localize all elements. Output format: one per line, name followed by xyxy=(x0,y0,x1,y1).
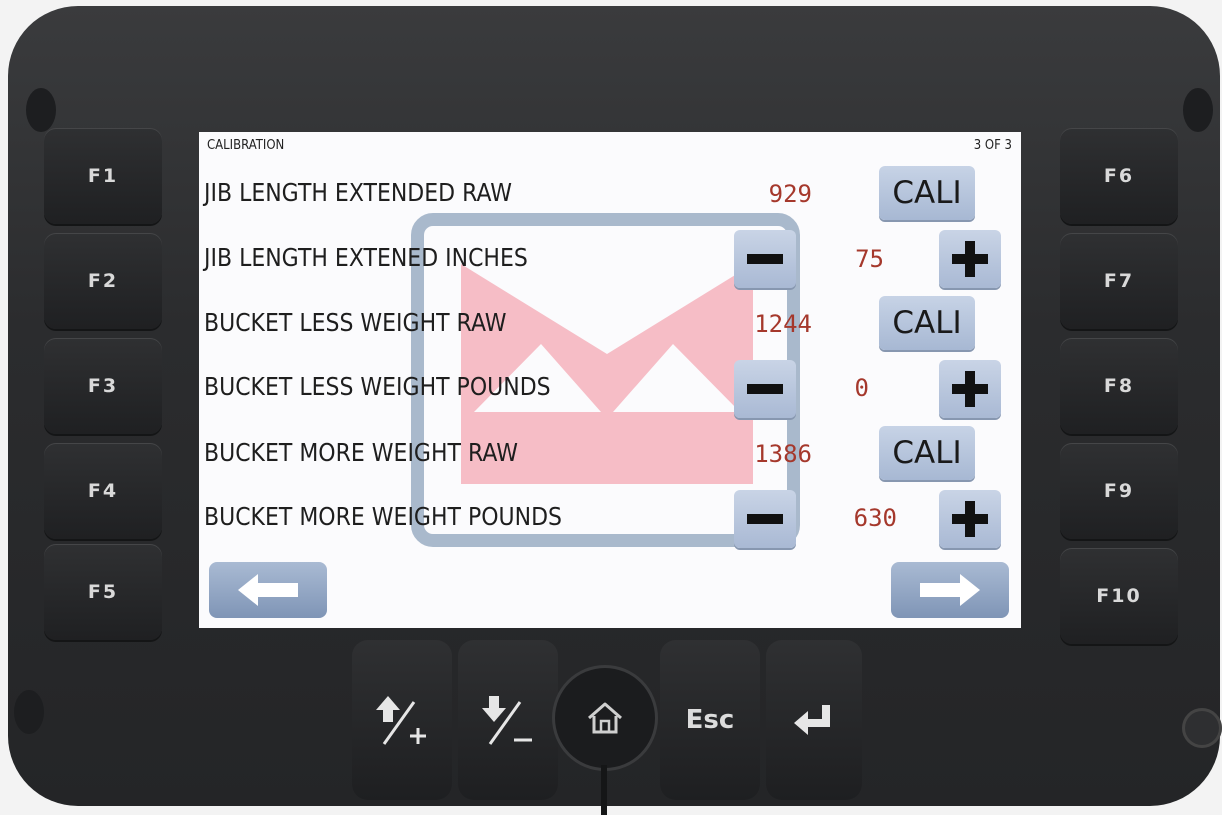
mount-hole xyxy=(26,88,56,132)
cali-label: CALI xyxy=(892,435,962,471)
next-button[interactable] xyxy=(891,562,1009,618)
arrow-right-icon xyxy=(920,574,980,606)
row-label: BUCKET LESS WEIGHT RAW xyxy=(204,308,507,337)
plus-icon xyxy=(952,241,988,277)
f1-label: F1 xyxy=(87,165,119,187)
f3-key[interactable]: F3 xyxy=(44,338,162,434)
row-label: JIB LENGTH EXTENED INCHES xyxy=(204,243,528,272)
back-button[interactable] xyxy=(209,562,327,618)
up-plus-icon xyxy=(376,696,426,745)
page-title: CALIBRATION xyxy=(207,138,285,153)
home-icon xyxy=(588,702,622,734)
f10-key[interactable]: F10 xyxy=(1060,548,1178,644)
row-label: BUCKET MORE WEIGHT POUNDS xyxy=(204,502,563,531)
row-value: 75 xyxy=(855,245,884,273)
cable xyxy=(601,765,607,815)
row-value: 1244 xyxy=(754,310,812,338)
f3-label: F3 xyxy=(87,375,119,397)
row-label: JIB LENGTH EXTENDED RAW xyxy=(204,178,513,207)
f5-label: F5 xyxy=(87,581,119,603)
mount-hole xyxy=(1183,88,1213,132)
row-value: 929 xyxy=(768,180,812,208)
cali-label: CALI xyxy=(892,305,962,341)
f1-key[interactable]: F1 xyxy=(44,128,162,224)
cali-label: CALI xyxy=(892,175,962,211)
f10-label: F10 xyxy=(1096,585,1142,607)
f9-label: F9 xyxy=(1103,480,1135,502)
increment-button-bucket-less-pounds[interactable] xyxy=(939,360,1001,418)
down-minus-key[interactable] xyxy=(458,640,558,800)
enter-icon xyxy=(794,705,830,735)
decrement-button-jib-inches[interactable] xyxy=(734,230,796,288)
row-label: BUCKET LESS WEIGHT POUNDS xyxy=(204,372,551,401)
home-button[interactable] xyxy=(555,668,655,768)
f9-key[interactable]: F9 xyxy=(1060,443,1178,539)
f7-key[interactable]: F7 xyxy=(1060,233,1178,329)
f8-key[interactable]: F8 xyxy=(1060,338,1178,434)
plus-icon xyxy=(952,371,988,407)
cali-button-bucket-less[interactable]: CALI xyxy=(879,296,975,350)
lcd-screen: CALIBRATION 3 OF 3 JIB LENGTH EXTENDED R… xyxy=(199,132,1021,628)
increment-button-bucket-more-pounds[interactable] xyxy=(939,490,1001,548)
row-value: 1386 xyxy=(754,440,812,468)
enter-key[interactable] xyxy=(766,640,862,800)
page-indicator: 3 OF 3 xyxy=(973,138,1012,153)
f8-label: F8 xyxy=(1103,375,1135,397)
f6-key[interactable]: F6 xyxy=(1060,128,1178,224)
row-value: 630 xyxy=(853,504,897,532)
down-minus-icon xyxy=(482,696,532,745)
cali-button-jib-raw[interactable]: CALI xyxy=(879,166,975,220)
f6-label: F6 xyxy=(1103,165,1135,187)
increment-button-jib-inches[interactable] xyxy=(939,230,1001,288)
f4-key[interactable]: F4 xyxy=(44,443,162,539)
minus-icon xyxy=(747,514,783,524)
f7-label: F7 xyxy=(1103,270,1135,292)
row-label: BUCKET MORE WEIGHT RAW xyxy=(204,438,518,467)
decrement-button-bucket-more-pounds[interactable] xyxy=(734,490,796,548)
mount-hole xyxy=(14,690,44,734)
up-plus-key[interactable] xyxy=(352,640,452,800)
minus-icon xyxy=(747,254,783,264)
decrement-button-bucket-less-pounds[interactable] xyxy=(734,360,796,418)
f2-key[interactable]: F2 xyxy=(44,233,162,329)
plus-icon xyxy=(952,501,988,537)
arrow-left-icon xyxy=(238,574,298,606)
minus-icon xyxy=(747,384,783,394)
f5-key[interactable]: F5 xyxy=(44,544,162,640)
f2-label: F2 xyxy=(87,270,119,292)
esc-key[interactable]: Esc xyxy=(660,640,760,800)
side-knob xyxy=(1182,708,1222,748)
row-value: 0 xyxy=(854,374,869,402)
cali-button-bucket-more[interactable]: CALI xyxy=(879,426,975,480)
f4-label: F4 xyxy=(87,480,119,502)
esc-label: Esc xyxy=(685,705,735,735)
